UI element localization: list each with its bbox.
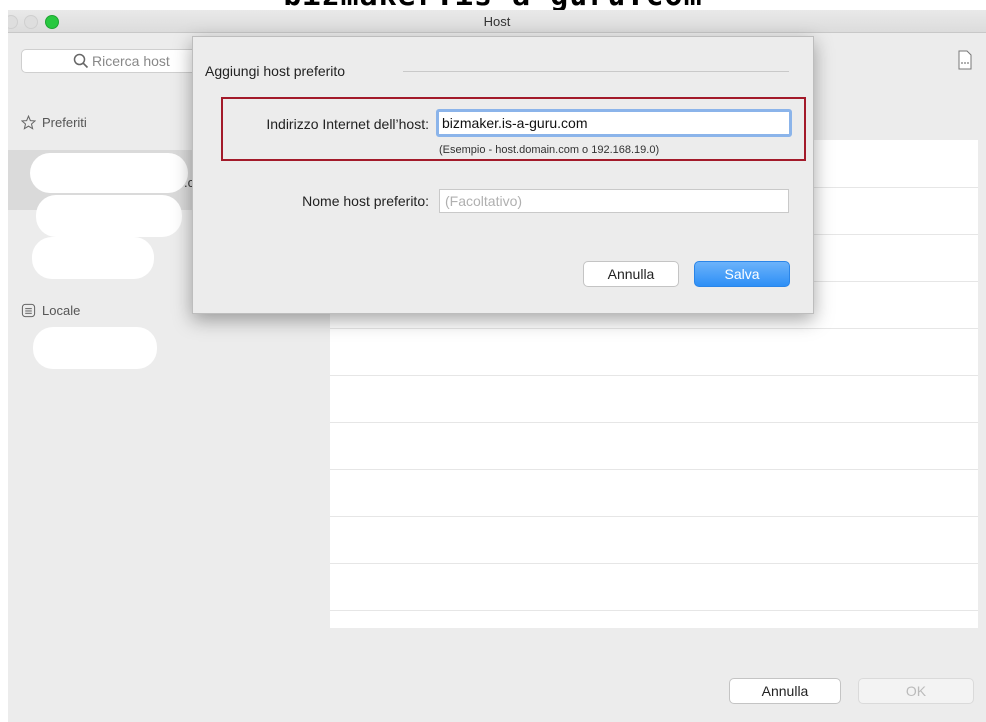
redacted-item[interactable] [30, 153, 188, 193]
window-title: Host [483, 14, 511, 29]
document-icon[interactable] [958, 50, 972, 70]
address-label: Indirizzo Internet dell’host: [266, 116, 429, 132]
search-placeholder: Ricerca host [92, 53, 170, 69]
redacted-item[interactable] [36, 195, 182, 237]
titlebar: Host [8, 10, 986, 33]
row-divider [330, 375, 978, 376]
address-hint: (Esempio - host.domain.com o 192.168.19.… [439, 144, 660, 156]
search-icon [73, 53, 89, 69]
redacted-item[interactable] [33, 327, 157, 369]
add-favorite-host-dialog: Aggiungi host preferito Indirizzo Intern… [192, 36, 814, 314]
caption-banner: bizmaker.is-a-guru.com [0, 0, 986, 10]
section-label: Locale [42, 303, 81, 318]
name-field[interactable] [439, 189, 789, 213]
section-label: Preferiti [42, 115, 87, 130]
footer-ok-button[interactable]: OK [858, 678, 974, 704]
caption-text: bizmaker.is-a-guru.com [0, 0, 986, 10]
address-input[interactable] [442, 112, 789, 134]
dialog-title: Aggiungi host preferito [205, 63, 346, 79]
cancel-button[interactable]: Annulla [583, 261, 679, 287]
row-divider [330, 610, 978, 611]
name-label: Nome host preferito: [302, 193, 429, 209]
save-button[interactable]: Salva [694, 261, 790, 287]
name-input[interactable] [445, 190, 788, 212]
title-divider [403, 71, 789, 72]
row-divider [330, 422, 978, 423]
row-divider [330, 516, 978, 517]
footer-cancel-button[interactable]: Annulla [729, 678, 841, 704]
row-divider [330, 469, 978, 470]
star-icon [21, 115, 36, 130]
redacted-item[interactable] [32, 237, 154, 279]
address-field[interactable] [436, 109, 792, 137]
row-divider [330, 328, 978, 329]
row-divider [330, 563, 978, 564]
list-icon [21, 303, 36, 318]
